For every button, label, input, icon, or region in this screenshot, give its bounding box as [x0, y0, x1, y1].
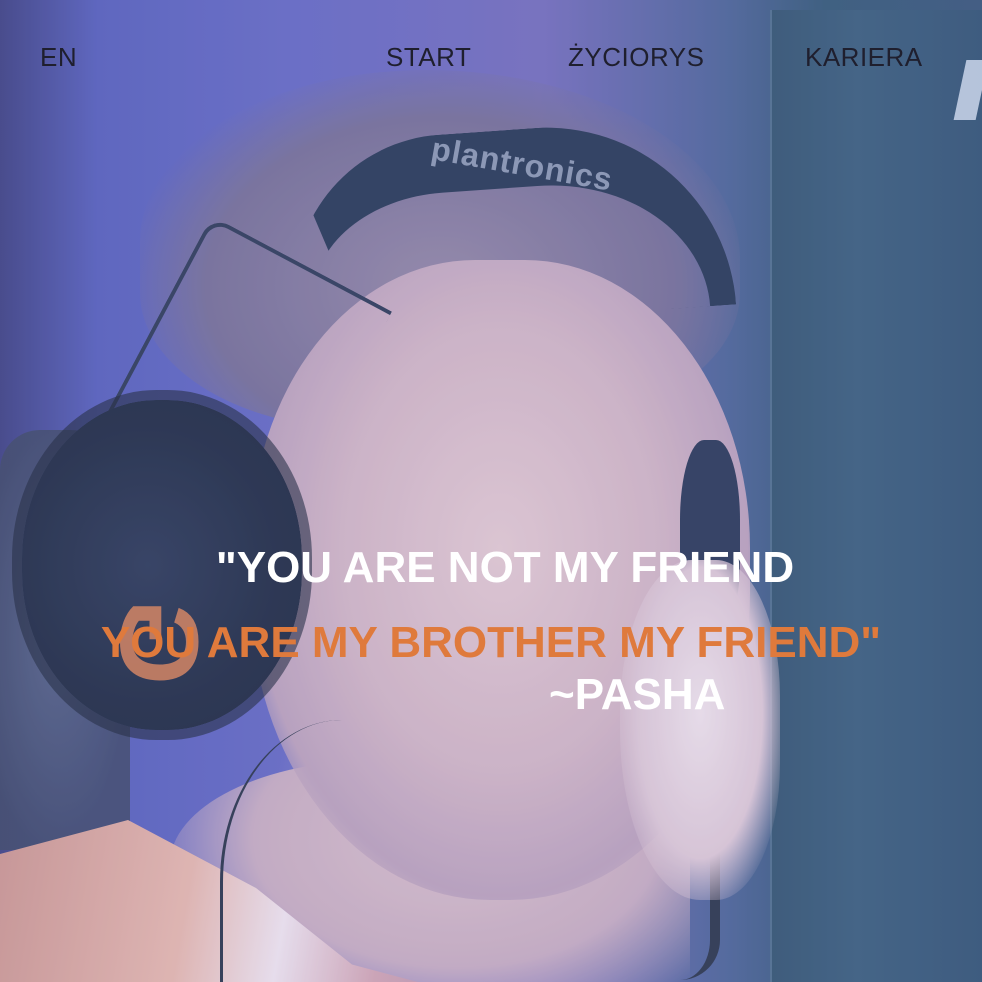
hero-tint-overlay	[0, 0, 982, 982]
nav-link-start[interactable]: START	[386, 42, 471, 73]
hero-background-image: plantronics G	[0, 0, 982, 982]
page: plantronics G EN START ŻYCIORYS KARIERA …	[0, 0, 982, 982]
nav-link-biography[interactable]: ŻYCIORYS	[568, 42, 704, 73]
quote-line-1: "YOU ARE NOT MY FRIEND	[215, 543, 795, 592]
language-switch-link[interactable]: EN	[40, 42, 77, 73]
quote-author: ~PASHA	[549, 670, 726, 719]
nav-link-career[interactable]: KARIERA	[805, 42, 923, 73]
quote-line-2: YOU ARE MY BROTHER MY FRIEND"	[100, 618, 882, 667]
